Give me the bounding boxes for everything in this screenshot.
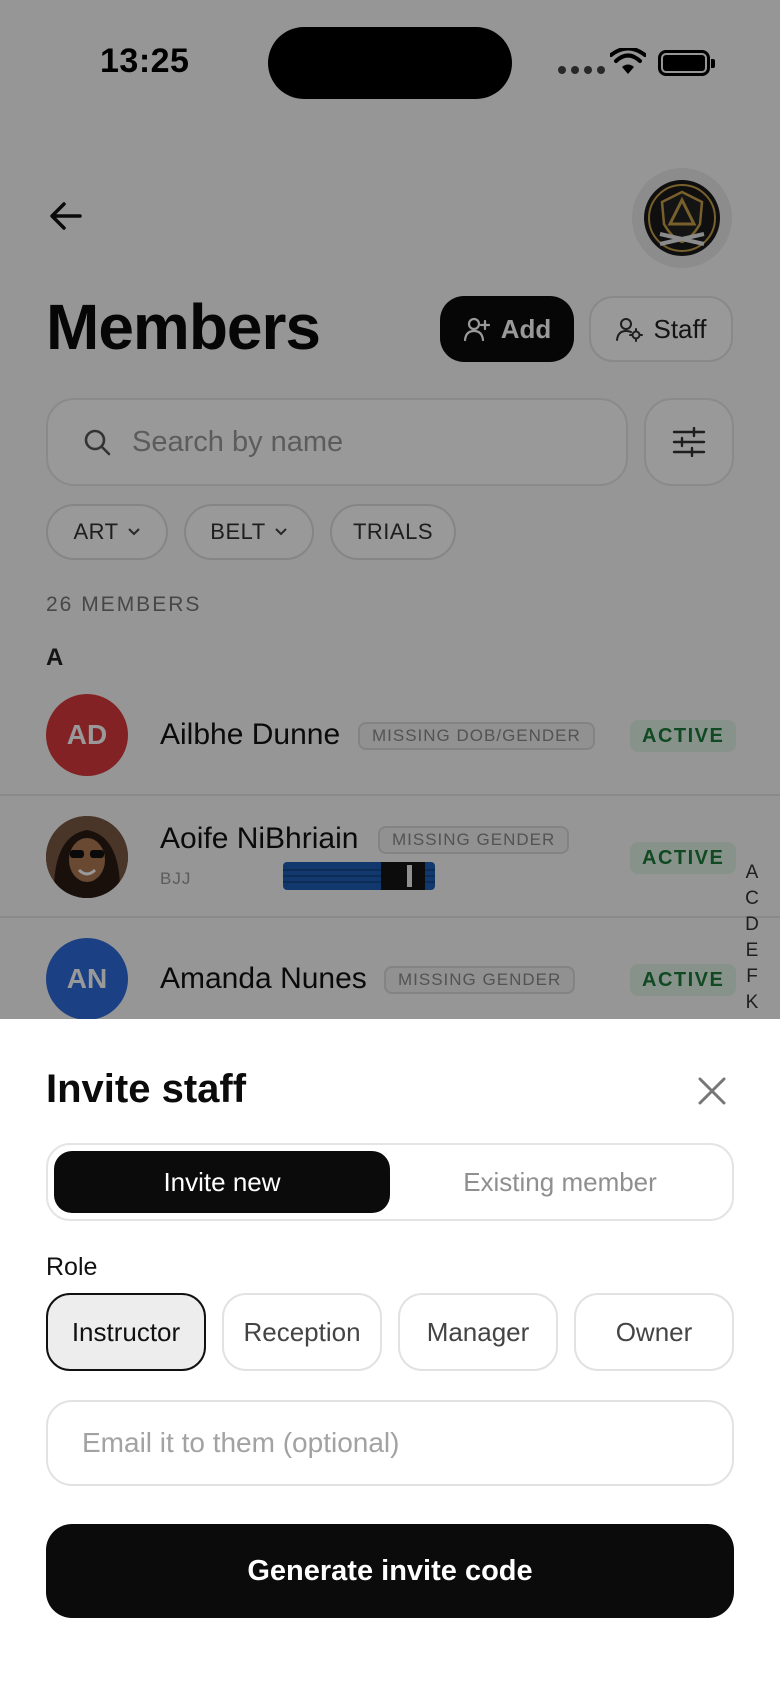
modal-backdrop[interactable]: [0, 0, 780, 1020]
email-field[interactable]: Email it to them (optional): [46, 1400, 734, 1486]
close-icon[interactable]: [694, 1073, 730, 1109]
role-label: Role: [46, 1253, 98, 1281]
generate-invite-code-button[interactable]: Generate invite code: [46, 1524, 734, 1618]
role-manager-button[interactable]: Manager: [398, 1293, 558, 1371]
invite-staff-sheet: Invite staff Invite new Existing member …: [0, 1019, 780, 1696]
tab-existing-member[interactable]: Existing member: [392, 1151, 728, 1213]
role-instructor-button[interactable]: Instructor: [46, 1293, 206, 1371]
role-owner-button[interactable]: Owner: [574, 1293, 734, 1371]
tab-invite-new[interactable]: Invite new: [54, 1151, 390, 1213]
role-reception-button[interactable]: Reception: [222, 1293, 382, 1371]
invite-mode-toggle: Invite new Existing member: [46, 1143, 734, 1221]
sheet-title: Invite staff: [46, 1067, 247, 1111]
